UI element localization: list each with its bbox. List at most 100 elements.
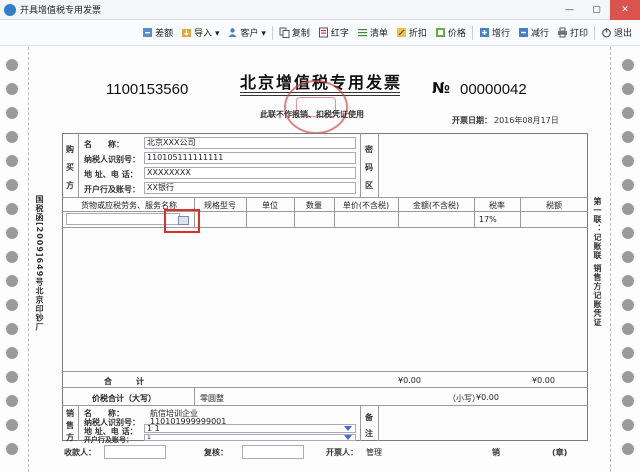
perforation-hole xyxy=(622,83,634,95)
perforation-hole xyxy=(6,227,18,239)
total-label: 合 计 xyxy=(104,377,144,386)
perforation-hole xyxy=(622,59,634,71)
perforation-hole xyxy=(622,155,634,167)
total-amount: ¥0.00 xyxy=(398,376,421,385)
left-perforation xyxy=(0,47,24,472)
items-header-line xyxy=(62,211,588,212)
perforation-hole xyxy=(6,299,18,311)
right-tear-line xyxy=(610,47,611,472)
col-spec: 规格型号 xyxy=(204,201,236,210)
import-label: 导入 ▾ xyxy=(194,29,220,39)
seller-bank-dropdown-icon[interactable] xyxy=(344,435,352,440)
buyer-bank-field[interactable]: XX银行 xyxy=(144,182,356,194)
discount-label: 折扣 xyxy=(408,29,427,39)
buyer-bank-label: 开户行及账号： xyxy=(84,185,140,194)
list-button[interactable]: 清单 xyxy=(353,24,392,42)
difference-icon xyxy=(143,28,153,37)
copy-note: 第一联：记账联 销售方记账凭证 xyxy=(593,197,602,327)
perforation-hole xyxy=(6,83,18,95)
perforation-hole xyxy=(622,299,634,311)
perforation-hole xyxy=(6,155,18,167)
maximize-button[interactable]: ▢ xyxy=(583,0,610,20)
password-label-3: 区 xyxy=(365,181,373,190)
goods-select-button[interactable] xyxy=(178,216,189,225)
invoice-number: 00000042 xyxy=(460,81,527,98)
col-divider xyxy=(474,197,475,227)
remarks-label-1: 备 xyxy=(365,413,373,422)
seller-bank-label: 开户行及账号： xyxy=(84,436,133,444)
copy-label: 复制 xyxy=(291,29,310,39)
buyer-name-field[interactable]: 北京XXX公司 xyxy=(144,137,356,149)
remove-row-icon xyxy=(518,28,528,37)
buyer-divider xyxy=(78,133,79,197)
customer-button[interactable]: 客户 ▾ xyxy=(223,24,269,42)
customer-icon xyxy=(228,28,237,37)
payee-label: 收款人： xyxy=(64,448,96,457)
grand-total-label: 价税合计（大写） xyxy=(92,394,156,403)
col-divider xyxy=(246,197,247,227)
row1-tax-rate[interactable]: 17% xyxy=(479,215,497,224)
buyer-address-label: 地 址、电 话： xyxy=(84,170,138,179)
col-quantity: 数量 xyxy=(306,201,322,210)
printer-note: 国税函[2009]649号北京印钞厂 xyxy=(35,195,44,332)
copy-button[interactable]: 复制 xyxy=(275,24,314,42)
totals-top-line xyxy=(62,371,588,372)
add-row-label: 增行 xyxy=(491,29,510,39)
perforation-hole xyxy=(622,419,634,431)
import-button[interactable]: 导入 ▾ xyxy=(177,24,223,42)
perforation-hole xyxy=(622,443,634,455)
password-divider xyxy=(360,133,361,197)
seller-stamp-label: 销 xyxy=(492,448,500,457)
seller-address-select[interactable]: 1 1 xyxy=(144,424,356,433)
goods-name-input[interactable] xyxy=(66,213,180,225)
exit-button[interactable]: 退出 xyxy=(597,24,636,42)
list-icon xyxy=(357,29,367,37)
seller-address-dropdown-icon[interactable] xyxy=(344,426,352,431)
seller-divider xyxy=(78,405,79,441)
remarks-label-2: 注 xyxy=(365,429,373,438)
remove-row-button[interactable]: 减行 xyxy=(514,24,553,42)
col-divider xyxy=(294,197,295,227)
price-button[interactable]: 价格 xyxy=(431,24,470,42)
perforation-hole xyxy=(622,179,634,191)
buyer-tax-id-field[interactable]: 110105111111111 xyxy=(144,152,356,164)
list-label: 清单 xyxy=(369,29,388,39)
reviewer-field[interactable] xyxy=(242,445,304,459)
col-amount: 金额(不含税) xyxy=(412,201,460,210)
discount-button[interactable]: 折扣 xyxy=(392,24,431,42)
minimize-button[interactable]: — xyxy=(556,0,583,20)
payee-field[interactable] xyxy=(104,445,166,459)
toolbar-separator xyxy=(471,25,473,40)
invoice-number-symbol: № xyxy=(432,79,451,97)
import-icon xyxy=(182,29,192,37)
window-controls: — ▢ ✕ xyxy=(556,0,640,20)
perforation-hole xyxy=(6,419,18,431)
buyer-label-1: 购 xyxy=(66,145,74,154)
seller-bank-select[interactable]: 1 xyxy=(144,434,356,441)
perforation-hole xyxy=(622,107,634,119)
perforation-hole xyxy=(6,323,18,335)
col-divider xyxy=(520,197,521,227)
copy-icon xyxy=(279,27,290,38)
col-divider xyxy=(334,197,335,227)
red-invoice-button[interactable]: 红字 xyxy=(314,24,353,42)
add-row-button[interactable]: 增行 xyxy=(475,24,514,42)
invoice-date: 2016年08月17日 xyxy=(494,116,559,125)
print-label: 打印 xyxy=(569,29,588,39)
perforation-hole xyxy=(6,179,18,191)
buyer-address-field[interactable]: XXXXXXXX xyxy=(144,167,356,179)
difference-label: 差额 xyxy=(155,29,174,39)
perforation-hole xyxy=(6,131,18,143)
close-button[interactable]: ✕ xyxy=(610,0,640,20)
print-icon xyxy=(557,27,567,38)
difference-button[interactable]: 差额 xyxy=(138,24,177,42)
toolbar-separator xyxy=(593,25,595,40)
remarks-divider xyxy=(360,405,361,441)
items-row-line xyxy=(62,227,588,228)
perforation-hole xyxy=(6,395,18,407)
print-button[interactable]: 打印 xyxy=(553,24,592,42)
invoice-date-label: 开票日期： xyxy=(452,116,492,125)
price-label: 价格 xyxy=(447,29,466,39)
password-label-2: 码 xyxy=(365,163,373,172)
remove-row-label: 减行 xyxy=(530,29,549,39)
